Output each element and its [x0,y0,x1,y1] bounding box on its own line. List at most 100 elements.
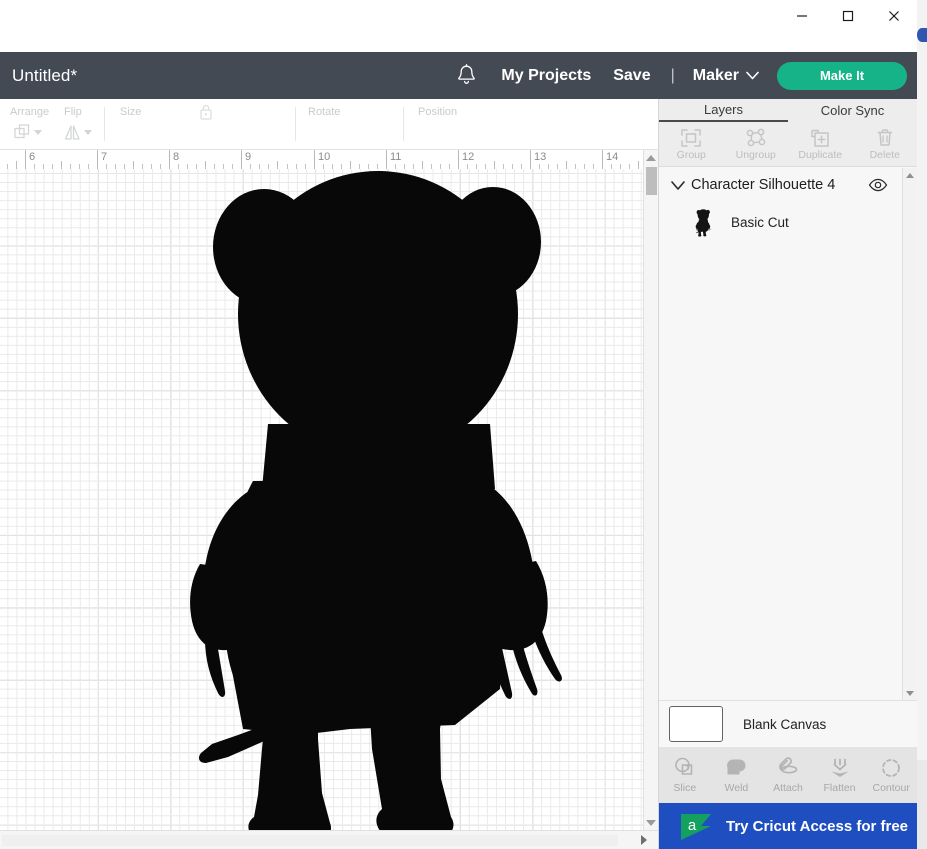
position-label: Position [418,106,458,118]
arrange-button[interactable] [14,124,42,141]
canvas-grid [0,169,643,830]
weld-label: Weld [724,782,749,794]
toolbar-divider-3 [403,107,404,141]
slice-button[interactable]: Slice [659,747,711,803]
background-window-sliver [916,0,927,849]
ungroup-button[interactable]: Ungroup [724,122,789,166]
layers-vertical-scrollbar[interactable] [902,168,917,700]
weld-icon [727,759,746,775]
notifications-button[interactable] [449,59,483,93]
lock-icon [200,104,212,120]
slice-icon [674,757,693,775]
layer-expand-toggle[interactable] [669,180,687,191]
duplicate-icon [811,129,829,147]
background-window-lower [917,760,927,849]
toolbar-divider-1 [104,107,105,141]
contour-button[interactable]: Contour [865,747,917,803]
arrange-icon [14,124,30,139]
canvas-scroll-up-button[interactable] [644,150,658,165]
tab-layers[interactable]: Layers [659,99,788,122]
ruler-label-14: 14 [606,151,619,163]
attach-button[interactable]: Attach [762,747,814,803]
flip-button[interactable] [64,124,92,141]
ruler-label-11: 11 [390,151,402,163]
layers-scroll-down-button[interactable] [903,686,917,700]
canvas-material-row[interactable]: Blank Canvas [659,700,917,747]
slice-label: Slice [673,782,697,794]
tab-color-sync[interactable]: Color Sync [788,99,917,122]
app-header: Untitled* My Projects Save | Maker Make … [0,52,917,99]
document-title[interactable]: Untitled* [12,66,77,86]
make-it-button[interactable]: Make It [777,61,907,90]
layers-scroll-up-button[interactable] [903,168,917,182]
scroll-up-icon [906,172,914,178]
lock-aspect-button[interactable] [198,103,214,126]
cricut-access-logo-icon: a [681,813,711,840]
canvas-area[interactable]: 6 7 8 9 10 11 12 13 14 [0,150,658,849]
ruler-label-6: 6 [29,151,36,163]
cricut-access-banner-text: Try Cricut Access for free [726,817,909,835]
layer-thumbnail [687,207,715,237]
arrange-caret-icon [34,130,42,135]
flip-icon [64,125,80,140]
header-actions: My Projects Save | Maker Make It [449,59,917,93]
operations-bar: Slice Weld Attach Flatten Contour [659,747,917,803]
save-button[interactable]: Save [611,63,652,89]
ruler-label-10: 10 [318,151,331,163]
layer-child-row[interactable]: Basic Cut [659,202,902,242]
delete-button[interactable]: Delete [853,122,918,166]
flatten-button[interactable]: Flatten [814,747,866,803]
edit-toolbar: Arrange Flip Size W [0,99,658,150]
canvas-vscroll-thumb[interactable] [646,167,657,195]
group-button[interactable]: Group [659,122,724,166]
canvas-hscroll-thumb[interactable] [2,835,618,846]
rotate-label: Rotate [308,106,341,118]
eye-icon [868,178,888,192]
close-button[interactable] [871,0,917,32]
layer-child-name: Basic Cut [731,214,789,230]
canvas-color-swatch[interactable] [669,706,723,742]
layer-actions-bar: Group Ungroup Duplicate Delete [659,122,917,167]
bell-icon [458,64,475,84]
bear-silhouette-thumb-icon [695,208,711,237]
flip-label: Flip [64,106,82,118]
flatten-icon [831,758,849,777]
chevron-down-icon [746,71,759,80]
canvas-horizontal-scrollbar[interactable] [0,830,658,849]
my-projects-link[interactable]: My Projects [499,63,593,89]
window-controls [779,0,917,38]
contour-label: Contour [872,782,910,794]
ungroup-label: Ungroup [735,148,776,161]
machine-selector[interactable]: Maker [693,67,759,85]
minimize-icon [797,15,807,17]
canvas-scroll-right-button[interactable] [636,832,651,847]
canvas-scroll-down-button[interactable] [644,815,658,830]
duplicate-button[interactable]: Duplicate [788,122,853,166]
ruler-label-8: 8 [173,151,180,163]
layer-visibility-toggle[interactable] [868,178,888,192]
arrange-label: Arrange [10,106,50,118]
flatten-label: Flatten [823,782,856,794]
weld-button[interactable]: Weld [711,747,763,803]
ruler-label-13: 13 [534,151,547,163]
close-icon [889,11,899,21]
ruler-label-9: 9 [245,151,252,163]
toolbar-divider-2 [295,107,296,141]
machine-name: Maker [692,66,739,84]
layer-group-row[interactable]: Character Silhouette 4 [659,168,902,202]
chevron-down-icon [671,180,685,190]
header-separator: | [670,66,675,84]
panel-tabs: Layers Color Sync [659,99,917,122]
layers-list: Character Silhouette 4 Basic Cut [659,168,902,700]
ungroup-icon [746,128,766,146]
duplicate-label: Duplicate [798,148,843,161]
window-titlebar [0,0,917,52]
svg-text:a: a [688,817,697,834]
minimize-button[interactable] [779,0,825,32]
canvas-vertical-scrollbar[interactable] [643,150,658,830]
horizontal-ruler: 6 7 8 9 10 11 12 13 14 [0,150,643,170]
maximize-button[interactable] [825,0,871,32]
cricut-access-banner[interactable]: a Try Cricut Access for free [659,803,917,849]
delete-label: Delete [869,148,900,161]
scroll-right-icon [640,834,647,845]
